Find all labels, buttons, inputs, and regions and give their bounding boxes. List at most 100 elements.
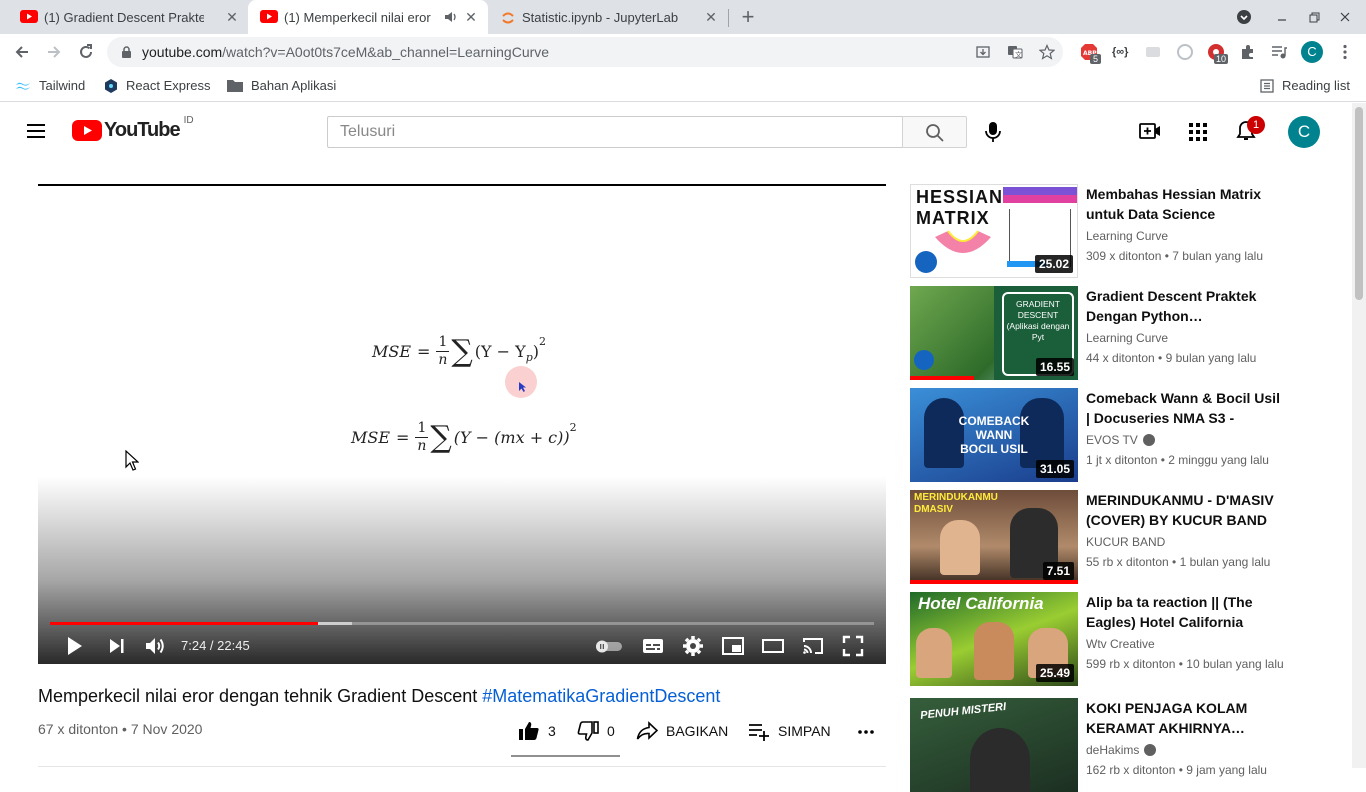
forward-arrow-icon[interactable] <box>44 42 64 62</box>
settings-gear-icon[interactable] <box>681 634 705 658</box>
recommendation-item[interactable]: MERINDUKANMU DMASIV 7.51 MERINDUKANMU - … <box>910 490 1290 584</box>
thumb-decoration <box>1003 187 1077 195</box>
thumbnail-caption: PENUH MISTERI <box>919 700 1007 722</box>
video-duration: 25.49 <box>1035 664 1074 682</box>
play-icon[interactable] <box>62 634 86 658</box>
media-queue-icon[interactable] <box>1270 43 1288 61</box>
video-player[interactable]: MSE = 1 n ∑ (Y − Yp) 2 MSE = 1 n ∑ (Y − (… <box>38 184 886 664</box>
reading-list-button[interactable]: Reading list <box>1260 78 1350 93</box>
search-icon <box>925 123 945 143</box>
volume-icon[interactable] <box>143 634 167 658</box>
page-scrollbar[interactable] <box>1352 103 1366 768</box>
lock-icon[interactable] <box>121 46 132 59</box>
playlist-add-icon <box>748 721 770 741</box>
fullscreen-icon[interactable] <box>841 634 865 658</box>
bookmark-bahan-aplikasi[interactable]: Bahan Aplikasi <box>227 78 336 93</box>
tab-close-icon[interactable]: ✕ <box>703 9 719 25</box>
person-figure <box>970 728 1030 792</box>
account-avatar[interactable]: C <box>1288 116 1320 148</box>
browser-tab-gradient-descent[interactable]: (1) Gradient Descent Praktek D ✕ <box>8 0 246 34</box>
tab-search-chevron-icon[interactable] <box>1236 9 1254 25</box>
install-app-icon[interactable] <box>975 44 991 60</box>
save-button[interactable]: SIMPAN <box>748 721 831 741</box>
fraction: 1 n <box>436 334 450 368</box>
scrollbar-thumb[interactable] <box>1355 107 1363 300</box>
progress-bar[interactable] <box>50 622 874 625</box>
formula-mse-2: MSE = 1 n ∑ (Y − (mx + c)) 2 <box>351 420 577 455</box>
channel-name[interactable]: EVOS TV <box>1086 433 1155 447</box>
recommendation-item[interactable]: PENUH MISTERI KOKI PENJAGA KOLAM KERAMAT… <box>910 698 1290 792</box>
miniplayer-icon[interactable] <box>721 634 745 658</box>
search-input[interactable]: Telusuri <box>327 116 903 148</box>
recommendation-title[interactable]: Gradient Descent Praktek Dengan Python… <box>1086 286 1286 326</box>
browser-menu-kebab-icon[interactable] <box>1336 43 1354 61</box>
recommendation-title[interactable]: Membahas Hessian Matrix untuk Data Scien… <box>1086 184 1286 224</box>
recommendation-title[interactable]: MERINDUKANMU - D'MASIV (COVER) BY KUCUR … <box>1086 490 1286 530</box>
video-hashtag-link[interactable]: #MatematikaGradientDescent <box>482 686 720 706</box>
like-button[interactable]: 3 <box>518 721 556 741</box>
extension-grey-icon[interactable] <box>1144 43 1162 61</box>
minimize-window-icon[interactable] <box>1274 9 1292 25</box>
recommendation-item[interactable]: GRADIENT DESCENT (Aplikasi dengan Pyt 16… <box>910 286 1290 380</box>
close-window-icon[interactable] <box>1337 9 1355 25</box>
youtube-logo[interactable]: YouTube ID <box>72 115 194 142</box>
recommendation-item[interactable]: HESSIAN MATRIX 25.02 Membahas Hessian Ma… <box>910 184 1290 278</box>
share-button[interactable]: BAGIKAN <box>636 721 728 741</box>
cast-icon[interactable] <box>801 634 825 658</box>
recommendation-item[interactable]: COMEBACK WANN BOCIL USIL 31.05 Comeback … <box>910 388 1290 482</box>
channel-name[interactable]: KUCUR BAND <box>1086 535 1165 549</box>
video-thumbnail[interactable]: COMEBACK WANN BOCIL USIL 31.05 <box>910 388 1078 482</box>
recommendation-item[interactable]: Hotel California 25.49 Alip ba ta reacti… <box>910 592 1290 686</box>
browser-tab-memperkecil[interactable]: (1) Memperkecil nilai eror d ✕ <box>248 0 488 34</box>
back-arrow-icon[interactable] <box>12 42 32 62</box>
recommendation-title[interactable]: KOKI PENJAGA KOLAM KERAMAT AKHIRNYA… <box>1086 698 1286 738</box>
next-video-icon[interactable] <box>105 634 129 658</box>
url-text[interactable]: youtube.com/watch?v=A0ot0ts7ceM&ab_chann… <box>142 44 549 60</box>
tab-close-icon[interactable]: ✕ <box>463 9 479 25</box>
video-thumbnail[interactable]: PENUH MISTERI <box>910 698 1078 792</box>
apps-grid-icon[interactable] <box>1188 122 1208 142</box>
browser-tab-jupyterlab[interactable]: Statistic.ipynb - JupyterLab ✕ <box>490 0 728 34</box>
video-thumbnail[interactable]: GRADIENT DESCENT (Aplikasi dengan Pyt 16… <box>910 286 1078 380</box>
search-button[interactable] <box>902 116 967 148</box>
video-thumbnail[interactable]: HESSIAN MATRIX 25.02 <box>910 184 1078 278</box>
restore-window-icon[interactable] <box>1306 9 1324 25</box>
channel-name[interactable]: Learning Curve <box>1086 229 1168 243</box>
summation-symbol: ∑ <box>430 420 452 455</box>
more-actions-icon[interactable] <box>857 721 875 741</box>
theater-mode-icon[interactable] <box>761 634 785 658</box>
create-video-icon[interactable] <box>1139 122 1161 140</box>
video-thumbnail[interactable]: Hotel California 25.49 <box>910 592 1078 686</box>
extension-circle-icon[interactable] <box>1176 43 1194 61</box>
json-extension-icon[interactable]: {∞} <box>1112 43 1130 61</box>
verified-badge-icon <box>1144 744 1157 756</box>
channel-name[interactable]: Learning Curve <box>1086 331 1168 345</box>
autoplay-toggle[interactable] <box>594 634 624 658</box>
bookmark-tailwind[interactable]: Tailwind <box>15 78 85 93</box>
reload-icon[interactable] <box>76 42 96 62</box>
address-bar[interactable]: youtube.com/watch?v=A0ot0ts7ceM&ab_chann… <box>107 37 1063 67</box>
bookmark-react-express[interactable]: React Express <box>104 78 211 93</box>
browser-tab-strip: (1) Gradient Descent Praktek D ✕ (1) Mem… <box>0 0 1366 34</box>
hamburger-menu-icon[interactable] <box>26 123 46 139</box>
channel-name[interactable]: Wtv Creative <box>1086 637 1155 651</box>
watched-progress <box>910 376 974 380</box>
youtube-masthead: YouTube ID Telusuri 1 C <box>0 103 1352 160</box>
new-tab-plus-icon[interactable]: + <box>737 6 759 29</box>
subtitles-icon[interactable] <box>641 634 665 658</box>
voice-search-mic-icon[interactable] <box>983 121 1003 143</box>
video-thumbnail[interactable]: MERINDUKANMU DMASIV 7.51 <box>910 490 1078 584</box>
played-bar <box>50 622 318 625</box>
channel-name[interactable]: deHakims <box>1086 743 1157 757</box>
browser-profile-avatar[interactable]: C <box>1301 41 1323 63</box>
bookmark-star-icon[interactable] <box>1039 44 1055 60</box>
tab-close-icon[interactable]: ✕ <box>224 9 240 25</box>
youtube-favicon-icon <box>260 10 278 24</box>
recommendation-title[interactable]: Alip ba ta reaction || (The Eagles) Hote… <box>1086 592 1286 632</box>
recommendation-title[interactable]: Comeback Wann & Bocil Usil | Docuseries … <box>1086 388 1286 428</box>
presenter-cursor-icon <box>519 382 527 392</box>
speaker-audio-icon[interactable] <box>444 10 458 24</box>
extensions-puzzle-icon[interactable] <box>1239 43 1257 61</box>
dislike-button[interactable]: 0 <box>577 721 615 741</box>
translate-icon[interactable]: 文 <box>1007 44 1023 60</box>
